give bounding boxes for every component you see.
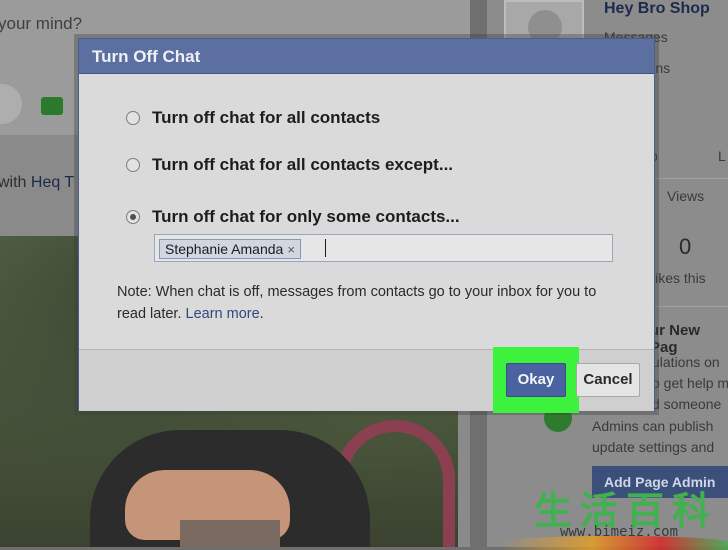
page-name: Hey Bro Shop — [604, 0, 710, 17]
contact-token-label: Stephanie Amanda — [165, 241, 284, 257]
with-prefix: with — [0, 174, 27, 191]
option-label: Turn off chat for only some contacts... — [152, 207, 460, 226]
learn-more-link[interactable]: Learn more — [186, 306, 260, 322]
admins-line-1: Admins can publish — [592, 418, 714, 434]
radio-some-contacts[interactable] — [126, 210, 140, 224]
okay-button[interactable]: Okay — [506, 363, 566, 397]
admins-line-2: update settings and — [592, 439, 715, 455]
congrats-line: ulations on — [652, 354, 720, 370]
cancel-button[interactable]: Cancel — [576, 363, 640, 397]
stat-label-l: L — [718, 148, 726, 164]
contacts-input[interactable]: Stephanie Amanda × — [154, 234, 613, 262]
composer-prompt: your mind? — [0, 14, 83, 33]
option-label: Turn off chat for all contacts — [152, 108, 381, 127]
remove-token-icon[interactable]: × — [287, 242, 295, 257]
radio-all-except[interactable] — [126, 158, 140, 172]
text-caret — [325, 239, 326, 257]
dialog-title: Turn Off Chat — [92, 47, 201, 66]
turn-off-chat-dialog: Turn Off Chat Turn off chat for all cont… — [78, 38, 655, 413]
contact-token: Stephanie Amanda × — [159, 239, 301, 259]
photo-icon — [41, 97, 63, 115]
someone-line: d someone — [652, 396, 722, 412]
option-all-contacts[interactable]: Turn off chat for all contacts — [126, 108, 380, 128]
option-all-except[interactable]: Turn off chat for all contacts except... — [126, 155, 453, 175]
option-label: Turn off chat for all contacts except... — [152, 155, 454, 174]
views-label: Views — [667, 188, 705, 204]
watermark-url: www.bimeiz.com — [560, 524, 679, 540]
chat-off-note: Note: When chat is off, messages from co… — [117, 281, 622, 325]
post-with-line: with Heq T — [0, 174, 74, 192]
dialog-header: Turn Off Chat — [79, 39, 654, 74]
note-end: . — [259, 306, 264, 322]
new-page-title: ur New Pag — [650, 322, 701, 356]
option-some-contacts[interactable]: Turn off chat for only some contacts... — [126, 207, 460, 227]
radio-all-contacts[interactable] — [126, 111, 140, 125]
post-photo-blurred-face — [180, 520, 280, 547]
with-link: Heq T — [30, 174, 75, 191]
watermark-logo: 生活百科 www.bimeiz.com — [500, 480, 728, 550]
likes-text: likes this — [652, 270, 706, 286]
help-line: o get help m — [652, 375, 728, 391]
likes-count: 0 — [679, 234, 692, 259]
